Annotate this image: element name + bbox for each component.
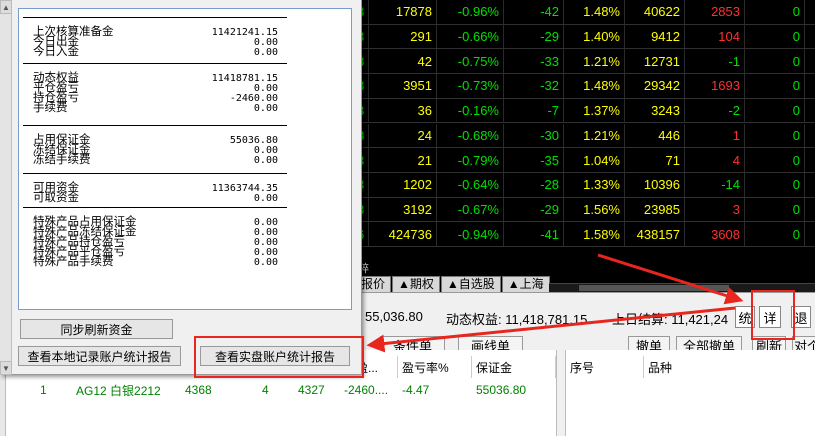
annotation-arrows <box>366 253 744 353</box>
arrow-to-detail <box>597 253 744 305</box>
arrow-to-report <box>366 306 736 353</box>
